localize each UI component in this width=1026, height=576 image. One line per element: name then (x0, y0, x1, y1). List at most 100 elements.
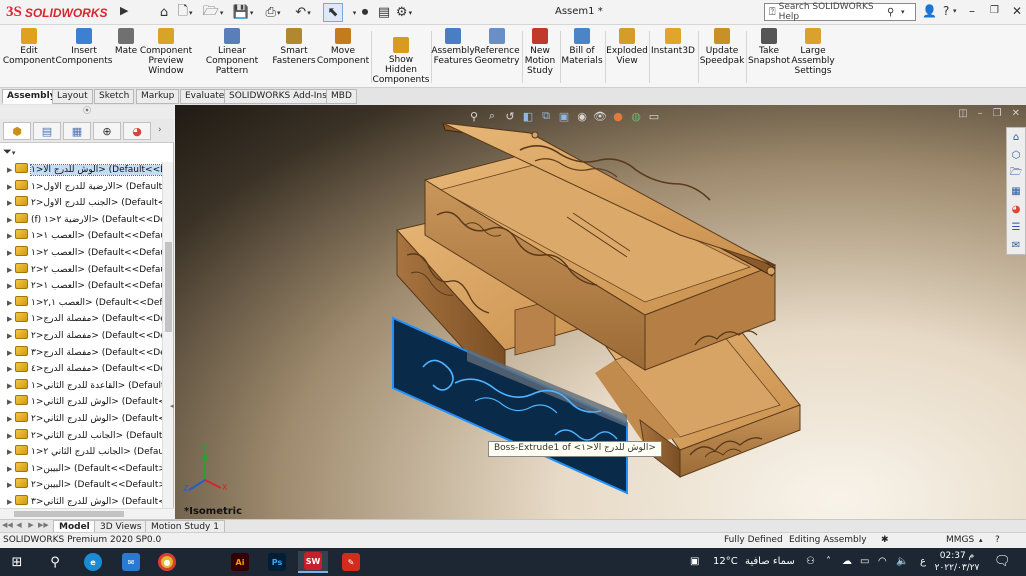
reference-geometry-button[interactable]: Reference Geometry (474, 28, 520, 66)
tree-item[interactable]: ▶الوش للدرج الا<١> (Default<<De (0, 162, 162, 179)
edge-browser-icon[interactable]: e (78, 551, 108, 573)
viewport-close-icon[interactable]: ✕ (1012, 108, 1020, 119)
expand-arrow-icon[interactable]: ▶ (7, 278, 15, 294)
chrome-icon[interactable]: ● (152, 551, 182, 573)
photoshop-icon[interactable]: Ps (262, 551, 292, 573)
expand-arrow-icon[interactable]: ▶ (7, 428, 15, 444)
undo-icon[interactable]: ↶ ▾ (293, 3, 313, 22)
minimize-icon[interactable]: – (969, 4, 975, 18)
design-library-icon[interactable]: ⬡ (1007, 147, 1025, 164)
weather-icon[interactable]: ▣ (690, 548, 699, 576)
tree-item[interactable]: ▶العصب ٢,١<١> (Default<<Defau (0, 295, 162, 312)
expand-arrow-icon[interactable]: ▶ (7, 444, 15, 460)
wifi-icon[interactable]: ◠ (878, 548, 887, 576)
traffic-light-rebuild-icon[interactable]: ⏺ (355, 3, 375, 22)
close-icon[interactable]: ✕ (1012, 4, 1022, 18)
tab-solidworks-add-ins[interactable]: SOLIDWORKS Add-Ins (224, 89, 332, 104)
instant3d-button[interactable]: Instant3D (651, 28, 695, 56)
view-settings-icon[interactable]: ▭ (647, 109, 661, 123)
onedrive-cloud-icon[interactable]: ☁ (842, 548, 852, 576)
take-snapshot-button[interactable]: Take Snapshot (748, 28, 790, 66)
acrobat-icon[interactable]: ✎ (336, 551, 366, 573)
expand-arrow-icon[interactable]: ▶ (7, 494, 15, 508)
tab-evaluate[interactable]: Evaluate (180, 89, 230, 104)
custom-properties-icon[interactable]: ☰ (1007, 219, 1025, 236)
graphics-area[interactable]: Z X Y ⚲ ⌕ ↺ ◧ ⧉ ▣ ◉ 👁 ● ◍ ▭ ◫ – ❐ ✕ ⌂ ⬡ … (175, 105, 1026, 519)
expand-arrow-icon[interactable]: ▶ (7, 328, 15, 344)
tree-filter-icon[interactable]: ⏷▾ (3, 145, 15, 161)
file-explorer-icon[interactable]: 🗁 (1007, 165, 1025, 182)
input-language[interactable]: ع (920, 548, 926, 576)
search-help-box[interactable]: ⍰ Search SOLIDWORKS Help ⚲ ▾ (764, 2, 916, 22)
solidworks-resources-icon[interactable]: ⌂ (1007, 129, 1025, 146)
edit-component-button[interactable]: Edit Component (3, 28, 55, 66)
tree-item[interactable]: ▶ (f) الارضية ٢<١> (Default<<Def (0, 212, 162, 229)
move-component-button[interactable]: Move Component (317, 28, 369, 66)
user-account-icon[interactable]: 👤 (922, 4, 937, 18)
tree-horizontal-scrollbar[interactable] (0, 508, 174, 519)
tree-item[interactable]: ▶ الوش للدرج الثاني<٣> (Default< (0, 494, 162, 508)
menu-expand-arrow-icon[interactable]: ▶ (120, 4, 132, 20)
rebuild-indicator-icon[interactable]: ✱ (881, 533, 889, 548)
save-icon[interactable]: 💾 ▾ (233, 3, 254, 22)
quick-tips-icon[interactable]: ? (995, 533, 1000, 548)
scrollbar-thumb[interactable] (165, 242, 172, 332)
display-manager-tab-icon[interactable]: ◕ (123, 122, 151, 140)
large-assembly-settings-button[interactable]: Large Assembly Settings (791, 28, 835, 76)
tree-item[interactable]: ▶ البيبن<٢> (Default<<Default>_ (0, 477, 162, 494)
first-tab-arrow-icon[interactable]: ◀◀ (2, 521, 13, 531)
expand-arrow-icon[interactable]: ▶ (7, 212, 15, 228)
tab-layout[interactable]: Layout (52, 89, 93, 104)
tree-item[interactable]: ▶ مفصلة الدرج<٢> (Default<<De (0, 328, 162, 345)
search-dropdown-icon[interactable]: ▾ (901, 8, 915, 16)
system-clock[interactable]: 02:37 م ٢٠٢٢/٠٣/٢٧ (930, 550, 984, 574)
assembly-features-button[interactable]: Assembly Features (431, 28, 475, 66)
mate-button[interactable]: Mate (113, 28, 139, 56)
expand-arrow-icon[interactable]: ▶ (7, 394, 15, 410)
new-motion-study-button[interactable]: New Motion Study (524, 28, 556, 76)
tree-vertical-scrollbar[interactable] (162, 162, 173, 508)
configuration-manager-tab-icon[interactable]: ▦ (63, 122, 91, 140)
tree-item[interactable]: ▶ القاعدة للدرج الثاني<١> (Default (0, 378, 162, 395)
notifications-icon[interactable]: 🗨 (994, 548, 1011, 576)
help-dropdown-icon[interactable]: ▾ (953, 7, 957, 15)
hide-show-items-icon[interactable]: 👁 (593, 109, 607, 123)
tree-item[interactable]: ▶ الارضية للدرج الاول<١> (Default (0, 179, 162, 196)
apply-scene-icon[interactable]: ◍ (629, 109, 643, 123)
expand-arrow-icon[interactable]: ▶ (7, 195, 15, 211)
display-style-icon[interactable]: ◉ (575, 109, 589, 123)
forum-icon[interactable]: ✉ (1007, 237, 1025, 254)
tree-item[interactable]: ▶ الوش للدرج الثاني<٢> (Default< (0, 411, 162, 428)
tree-item[interactable]: ▶ مفصلة الدرج<٤> (Default<<De (0, 361, 162, 378)
dynamic-annotation-icon[interactable]: ⧉ (539, 109, 553, 123)
solidworks-taskbar-icon[interactable]: SW (298, 551, 328, 573)
help-question-icon[interactable]: ? (943, 4, 949, 18)
select-cursor-icon[interactable]: ⬉ (323, 3, 343, 22)
smart-fasteners-button[interactable]: Smart Fasteners (272, 28, 316, 66)
search-icon[interactable]: ⚲ (40, 551, 70, 573)
tree-item[interactable]: ▶ الجانب للدرج الثاني<٢> (Default (0, 428, 162, 445)
expand-arrow-icon[interactable]: ▶ (7, 361, 15, 377)
expand-arrow-icon[interactable]: ▶ (7, 245, 15, 261)
tree-item[interactable]: ▶ العصب ٢<١> (Default<<Defaul (0, 245, 162, 262)
unit-dropdown-icon[interactable]: ▴ (979, 533, 983, 548)
new-document-icon[interactable]: 🗋 ▾ (175, 3, 195, 22)
tab-markup[interactable]: Markup (136, 89, 180, 104)
open-folder-icon[interactable]: 🗁 ▾ (203, 3, 224, 22)
zoom-to-fit-icon[interactable]: ⚲ (467, 109, 481, 123)
expand-arrow-icon[interactable]: ▶ (7, 411, 15, 427)
linear-pattern-button[interactable]: Linear Component Pattern (194, 28, 270, 76)
tree-item[interactable]: ▶ الوش للدرج الثاني<١> (Default< (0, 394, 162, 411)
windows-start-icon[interactable]: ⊞ (2, 551, 32, 573)
update-speedpak-button[interactable]: Update Speedpak (700, 28, 744, 66)
component-preview-button[interactable]: Component Preview Window (140, 28, 192, 76)
viewport-restore-icon[interactable]: ❐ (993, 108, 1002, 119)
tree-item[interactable]: ▶ مفصلة الدرج<١> (Default<<Def (0, 311, 162, 328)
previous-view-icon[interactable]: ↺ (503, 109, 517, 123)
expand-arrow-icon[interactable]: ▶ (7, 311, 15, 327)
people-icon[interactable]: ⚇ (806, 548, 815, 576)
illustrator-icon[interactable]: Ai (225, 551, 255, 573)
exploded-view-button[interactable]: Exploded View (606, 28, 648, 66)
tab-mbd[interactable]: MBD (326, 89, 357, 104)
print-icon[interactable]: ⎙ ▾ (263, 3, 283, 22)
